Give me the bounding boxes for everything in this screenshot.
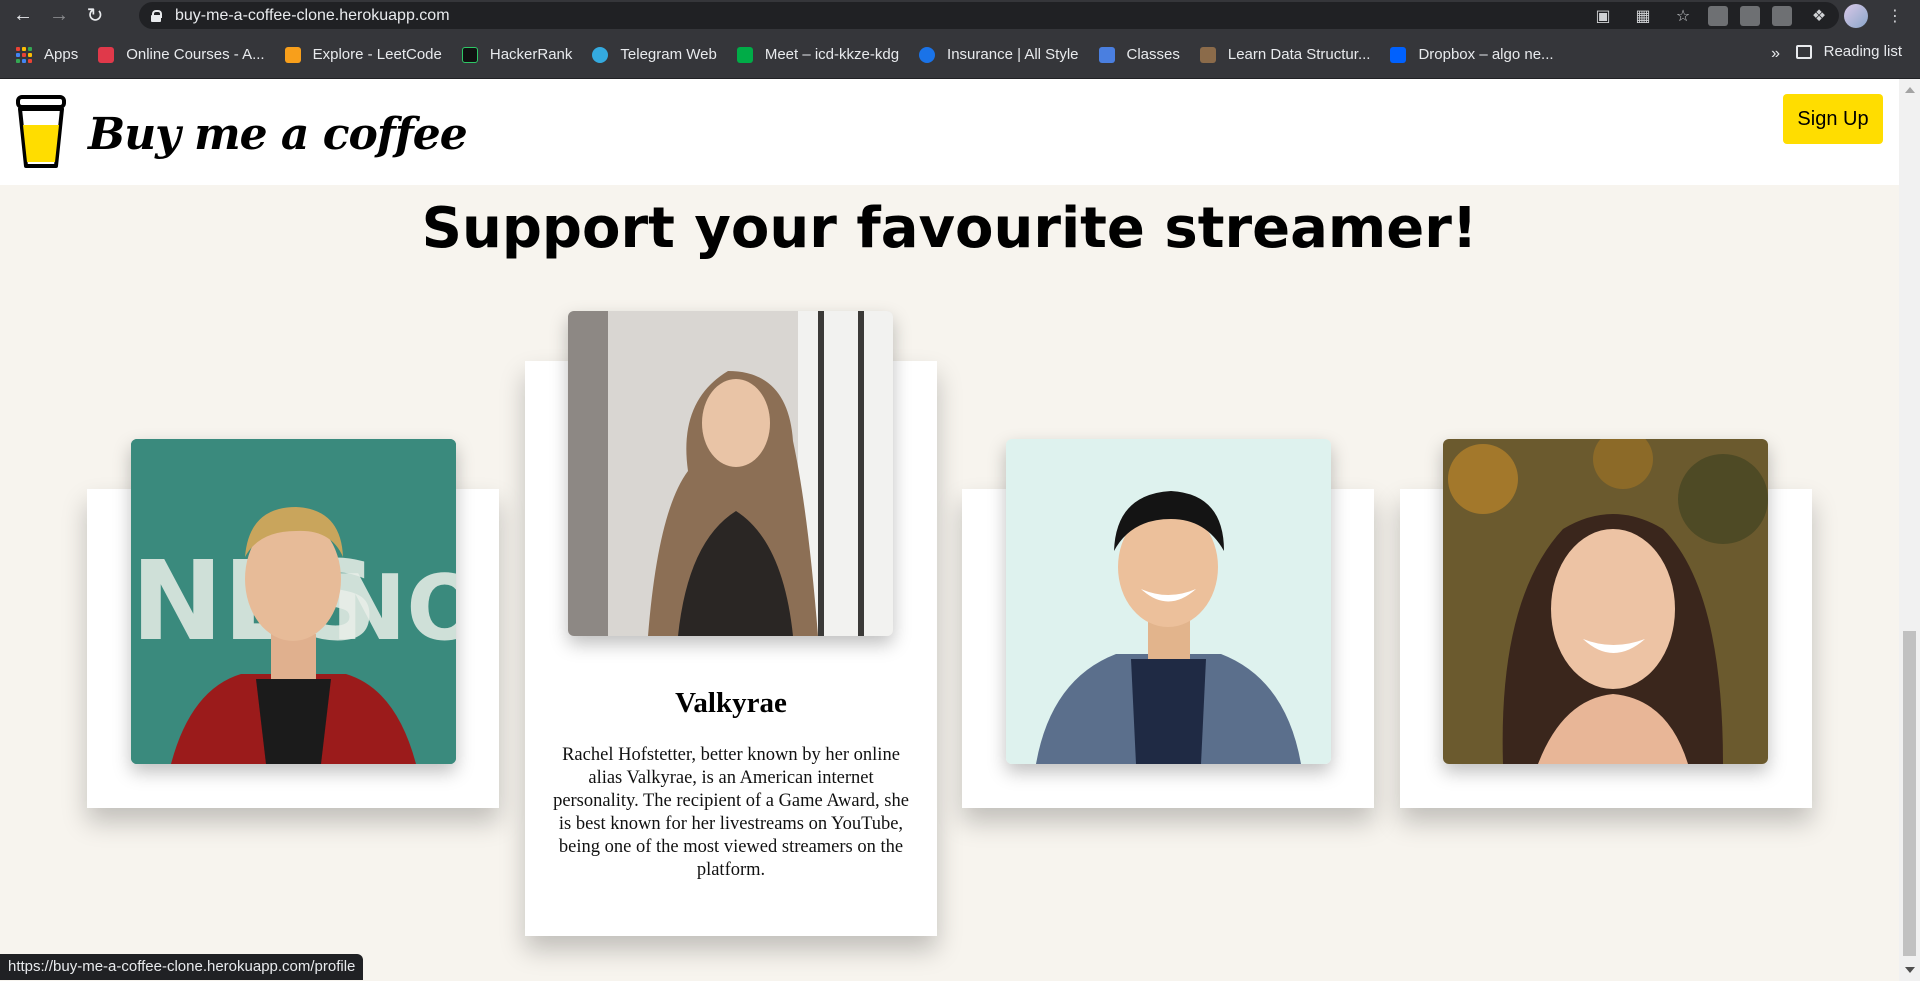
- bookmark-item[interactable]: Telegram Web: [592, 46, 717, 63]
- streamer-photo[interactable]: [1443, 439, 1768, 764]
- streamer-photo-1-image: NES NO: [131, 439, 456, 764]
- coffee-cup-logo-icon[interactable]: [14, 95, 68, 170]
- bookmark-item[interactable]: Dropbox – algo ne...: [1390, 46, 1554, 63]
- bookmark-item[interactable]: Online Courses - A...: [98, 46, 265, 63]
- google-meet-icon: [736, 46, 753, 63]
- bookmark-item[interactable]: Insurance | All Style: [919, 46, 1079, 63]
- streamer-photo-4-image: [1443, 439, 1768, 764]
- star-icon[interactable]: ☆: [1668, 1, 1698, 31]
- scroll-up-arrow-icon[interactable]: [1905, 87, 1915, 93]
- streamer-description: Rachel Hofstetter, better known by her o…: [553, 745, 909, 880]
- bookmark-item[interactable]: HackerRank: [461, 46, 572, 63]
- brand-name[interactable]: Buy me a coffee: [88, 109, 468, 160]
- insurance-icon: [919, 46, 936, 63]
- reading-list-icon: [1795, 44, 1812, 59]
- grid-icon[interactable]: ▦: [1628, 1, 1658, 31]
- streamer-photo[interactable]: [568, 311, 893, 636]
- svg-text:NO: NO: [331, 556, 456, 661]
- bookmarks-bar: Apps Online Courses - A... Explore - Lee…: [0, 31, 1920, 79]
- hackerrank-icon: [461, 46, 478, 63]
- streamer-photo[interactable]: [1006, 439, 1331, 764]
- bookmark-item[interactable]: Meet – icd-kkze-kdg: [736, 46, 899, 63]
- udemy-icon: [98, 46, 115, 63]
- scrollbar-thumb[interactable]: [1903, 631, 1916, 956]
- extension-icon[interactable]: [1740, 5, 1760, 26]
- bookmark-item[interactable]: Explore - LeetCode: [284, 46, 442, 63]
- extension-icon[interactable]: [1772, 5, 1792, 26]
- address-bar[interactable]: buy-me-a-coffee-clone.herokuapp.com: [139, 2, 1839, 29]
- page-title: Support your favourite streamer!: [421, 196, 1478, 261]
- site-header: Buy me a coffee Sign Up: [0, 79, 1899, 185]
- telegram-icon: [592, 46, 609, 63]
- dropbox-icon: [1390, 46, 1407, 63]
- streamer-name: Valkyrae: [675, 687, 787, 719]
- bookmark-item[interactable]: Learn Data Structur...: [1199, 46, 1370, 63]
- cast-icon[interactable]: ▣: [1588, 1, 1618, 31]
- page-scrollbar[interactable]: [1899, 79, 1920, 981]
- browser-toolbar: ← → ↻ buy-me-a-coffee-clone.herokuapp.co…: [0, 0, 1920, 31]
- leetcode-icon: [284, 46, 301, 63]
- profile-avatar[interactable]: [1844, 3, 1868, 28]
- puzzle-icon[interactable]: ❖: [1804, 1, 1834, 31]
- cc-icon: [1199, 46, 1216, 63]
- link-status-bar: https://buy-me-a-coffee-clone.herokuapp.…: [0, 954, 364, 980]
- sign-up-button[interactable]: Sign Up: [1783, 94, 1883, 144]
- bookmarks-overflow-button[interactable]: »: [1771, 45, 1780, 63]
- streamer-photo-2-image: [568, 311, 893, 636]
- lock-icon: [151, 9, 162, 22]
- bookmark-apps[interactable]: Apps: [16, 46, 78, 63]
- extension-icon[interactable]: [1708, 5, 1728, 26]
- scroll-down-arrow-icon[interactable]: [1905, 967, 1915, 973]
- forward-arrow-icon[interactable]: →: [46, 3, 72, 29]
- bookmark-item[interactable]: Classes: [1098, 46, 1180, 63]
- apps-grid-icon: [16, 46, 32, 63]
- menu-dots-icon[interactable]: ⋮: [1880, 1, 1910, 31]
- reload-icon[interactable]: ↻: [82, 3, 108, 29]
- streamer-photo-3-image: [1006, 439, 1331, 764]
- back-arrow-icon[interactable]: ←: [10, 3, 36, 29]
- classroom-icon: [1098, 46, 1115, 63]
- streamer-photo[interactable]: NES NO: [131, 439, 456, 764]
- url-text: buy-me-a-coffee-clone.herokuapp.com: [175, 6, 450, 24]
- reading-list-button[interactable]: Reading list: [1795, 43, 1902, 60]
